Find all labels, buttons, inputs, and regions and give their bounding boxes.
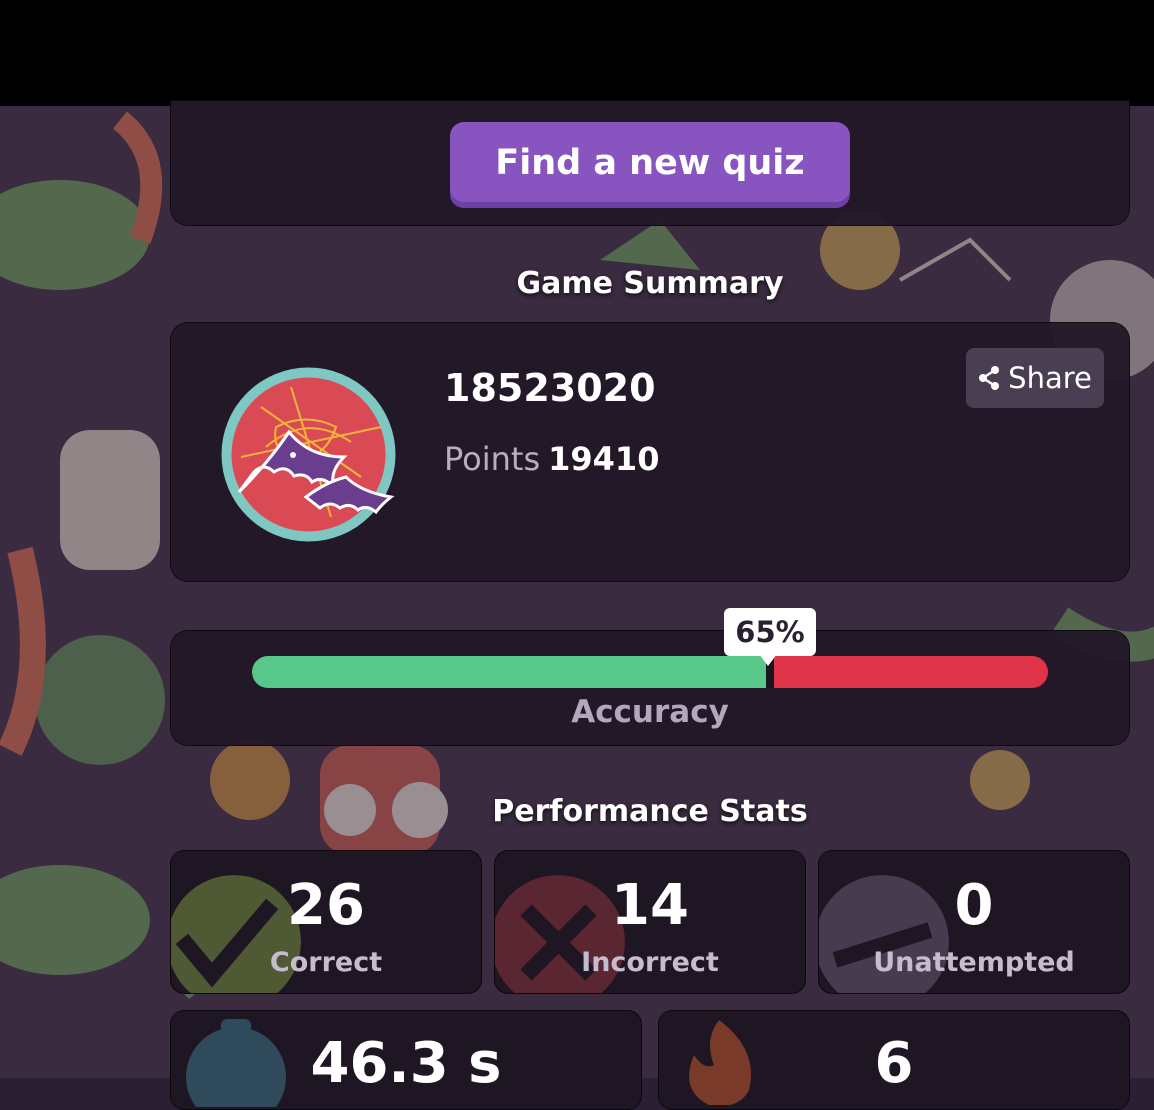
- points-value: 19410: [548, 440, 660, 478]
- streak-value: 6: [874, 1031, 914, 1096]
- accuracy-bar-correct: [252, 656, 766, 688]
- stat-incorrect-card: 14 Incorrect: [494, 850, 806, 994]
- performance-stats-title: Performance Stats: [492, 794, 808, 829]
- player-name: 18523020: [444, 366, 656, 410]
- stat-streak-card: 6: [658, 1010, 1130, 1110]
- find-new-quiz-button[interactable]: Find a new quiz: [450, 122, 850, 208]
- unattempted-label: Unattempted: [873, 947, 1075, 978]
- incorrect-count: 14: [611, 873, 689, 938]
- accuracy-bubble-tail: [759, 654, 777, 666]
- accuracy-label: Accuracy: [571, 694, 729, 730]
- points-label: Points: [444, 440, 541, 478]
- stat-unattempted-card: 0 Unattempted: [818, 850, 1130, 994]
- share-button[interactable]: Share: [966, 348, 1104, 408]
- share-label: Share: [1008, 361, 1092, 395]
- correct-label: Correct: [269, 947, 383, 978]
- points-row: Points 19410: [444, 440, 659, 478]
- top-bar: [0, 0, 1154, 106]
- accuracy-percent-bubble: 65%: [724, 608, 816, 656]
- incorrect-label: Incorrect: [581, 947, 719, 978]
- game-summary-title: Game Summary: [516, 266, 784, 301]
- share-icon: [979, 366, 1000, 390]
- average-time-value: 46.3 s: [310, 1031, 502, 1096]
- correct-count: 26: [287, 873, 365, 938]
- accuracy-bar-incorrect: [774, 656, 1048, 688]
- unattempted-count: 0: [954, 873, 994, 938]
- stat-time-card: 46.3 s: [170, 1010, 642, 1110]
- player-avatar: [221, 367, 396, 542]
- stat-correct-card: 26 Correct: [170, 850, 482, 994]
